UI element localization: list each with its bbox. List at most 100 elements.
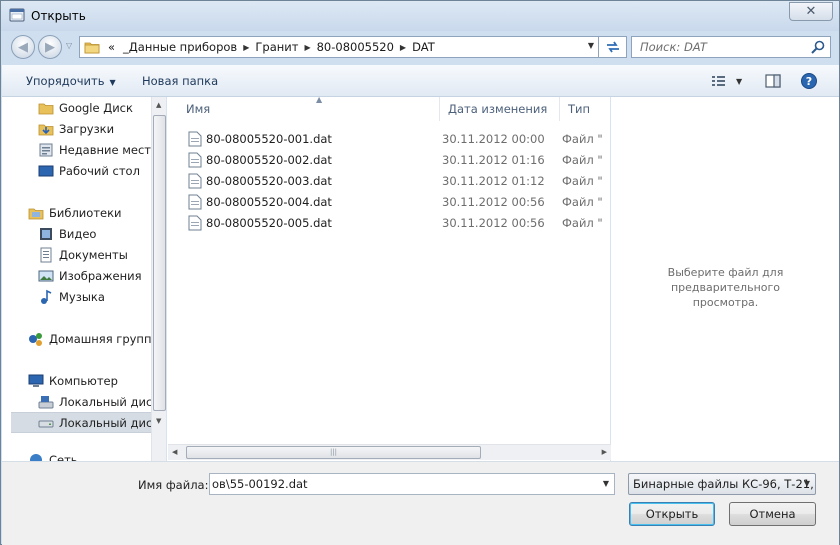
open-file-dialog: Открыть ✕ ◀ ▶ ▽ « _Данные приборов ▶ Гра… <box>0 0 840 545</box>
preview-message-line: просмотра. <box>692 296 759 309</box>
file-icon <box>188 194 202 209</box>
folder-icon <box>84 42 100 54</box>
nav-item-libraries[interactable]: Библиотеки <box>28 202 166 223</box>
chevron-down-icon[interactable]: ▼ <box>804 479 810 488</box>
view-dropdown-icon[interactable]: ▼ <box>736 77 742 86</box>
refresh-button[interactable] <box>599 36 627 58</box>
column-header-date[interactable]: Дата изменения <box>440 97 560 121</box>
sort-ascending-icon: ▲ <box>316 95 323 104</box>
column-header-name[interactable]: ▲ Имя <box>178 95 440 121</box>
file-row[interactable]: 80-08005520-005.dat 30.11.2012 00:56 Фай… <box>178 212 611 233</box>
scrollbar-thumb[interactable] <box>153 115 166 411</box>
nav-item-label: Библиотеки <box>49 205 122 220</box>
file-row[interactable]: 80-08005520-003.dat 30.11.2012 01:12 Фай… <box>178 170 611 191</box>
music-icon <box>41 289 52 304</box>
column-header-type[interactable]: Тип <box>560 97 611 121</box>
homegroup-icon <box>29 332 42 346</box>
file-icon <box>188 173 202 188</box>
search-input[interactable]: Поиск: DAT <box>631 36 831 58</box>
nav-item-local-disk-selected[interactable]: Локальный диск <box>11 412 161 433</box>
nav-item-desktop[interactable]: Рабочий стол <box>38 160 166 181</box>
cancel-button[interactable]: Отмена <box>729 502 816 526</box>
nav-item-label: Видео <box>59 226 97 241</box>
search-icon[interactable] <box>810 39 826 55</box>
scrollbar-thumb[interactable]: ||| <box>186 446 481 459</box>
nav-item-homegroup[interactable]: Домашняя группа <box>28 328 166 349</box>
scroll-right-icon[interactable]: ▶ <box>602 448 607 456</box>
arrow-left-icon: ◀ <box>18 39 28 55</box>
breadcrumb-item[interactable]: Гранит <box>251 40 302 54</box>
file-type: Файл "D <box>562 131 602 146</box>
nav-item-music[interactable]: Музыка <box>38 286 166 307</box>
address-bar[interactable]: « _Данные приборов ▶ Гранит ▶ 80-0800552… <box>79 36 599 58</box>
desktop-icon <box>38 165 54 176</box>
preview-message-line: Выберите файл для предварительного <box>667 266 784 294</box>
file-list-horizontal-scrollbar[interactable]: ◀ ||| ▶ <box>168 444 611 460</box>
folder-icon <box>38 103 54 114</box>
svg-text:?: ? <box>806 75 812 88</box>
recent-locations-dropdown[interactable]: ▽ <box>66 41 72 50</box>
file-date: 30.11.2012 00:56 <box>442 215 545 230</box>
arrow-right-icon: ▶ <box>45 39 55 55</box>
file-row[interactable]: 80-08005520-004.dat 30.11.2012 00:56 Фай… <box>178 191 611 212</box>
scroll-left-icon[interactable]: ◀ <box>172 448 177 456</box>
nav-item-label: Локальный диск <box>59 415 160 430</box>
new-folder-button[interactable]: Новая папка <box>142 74 218 88</box>
nav-item-pictures[interactable]: Изображения <box>38 265 166 286</box>
file-date: 30.11.2012 01:12 <box>442 173 545 188</box>
app-window-icon <box>9 8 25 22</box>
main-area: Google Диск Загрузки Недавние места Рабо… <box>2 95 839 461</box>
breadcrumb-overflow[interactable]: « <box>104 40 119 54</box>
breadcrumb-item[interactable]: _Данные приборов <box>119 40 241 54</box>
dialog-footer: Имя файла: ов\55-00192.dat ▼ Бинарные фа… <box>2 461 839 545</box>
breadcrumb-separator-icon[interactable]: ▶ <box>241 43 251 52</box>
file-type-filter[interactable]: Бинарные файлы КС-96, Т-21, ▼ <box>628 473 816 495</box>
nav-item-label: Локальный диск <box>59 394 160 409</box>
file-date: 30.11.2012 00:00 <box>442 131 545 146</box>
nav-item-network[interactable]: Сеть <box>28 449 166 461</box>
back-button[interactable]: ◀ <box>11 35 35 59</box>
refresh-icon <box>606 41 619 53</box>
nav-item-local-disk[interactable]: Локальный диск <box>38 391 166 412</box>
preview-pane: Выберите файл для предварительного просм… <box>612 97 839 461</box>
filename-value: ов\55-00192.dat <box>212 477 308 491</box>
file-row[interactable]: 80-08005520-002.dat 30.11.2012 01:16 Фай… <box>178 149 611 170</box>
nav-item-google-drive[interactable]: Google Диск <box>38 97 166 118</box>
title-bar: Открыть ✕ <box>1 1 839 31</box>
computer-icon <box>28 374 44 387</box>
forward-button[interactable]: ▶ <box>38 35 62 59</box>
file-list: ▲ Имя Дата изменения Тип 80-08005520-001… <box>168 95 611 461</box>
nav-vertical-scrollbar[interactable]: ▲ ▼ <box>151 97 166 461</box>
filename-dropdown-icon[interactable]: ▼ <box>603 479 609 488</box>
open-button[interactable]: Открыть <box>629 502 715 526</box>
address-dropdown-icon[interactable]: ▼ <box>588 41 594 50</box>
breadcrumb-separator-icon[interactable]: ▶ <box>398 43 408 52</box>
nav-item-label: Документы <box>59 247 128 262</box>
nav-item-downloads[interactable]: Загрузки <box>38 118 166 139</box>
file-row[interactable]: 80-08005520-001.dat 30.11.2012 00:00 Фай… <box>178 128 611 149</box>
scroll-up-icon[interactable]: ▲ <box>156 101 161 109</box>
scroll-down-icon[interactable]: ▼ <box>156 417 161 425</box>
close-button[interactable]: ✕ <box>789 2 833 21</box>
organize-label: Упорядочить <box>26 74 105 88</box>
filename-input[interactable]: ов\55-00192.dat ▼ <box>209 473 615 495</box>
preview-pane-icon[interactable] <box>764 72 782 90</box>
nav-item-label: Домашняя группа <box>49 331 159 346</box>
file-name: 80-08005520-005.dat <box>206 215 332 230</box>
file-type: Файл "D <box>562 194 602 209</box>
file-name: 80-08005520-001.dat <box>206 131 332 146</box>
pictures-icon <box>38 270 54 281</box>
nav-item-recent-places[interactable]: Недавние места <box>38 139 166 160</box>
help-icon[interactable]: ? <box>800 72 818 90</box>
nav-item-video[interactable]: Видео <box>38 223 166 244</box>
breadcrumb-item[interactable]: DAT <box>408 40 439 54</box>
view-options-icon[interactable] <box>710 72 728 90</box>
organize-button[interactable]: Упорядочить ▼ <box>26 74 116 88</box>
breadcrumb-item[interactable]: 80-08005520 <box>313 40 398 54</box>
command-bar: Упорядочить ▼ Новая папка ▼ ? <box>2 65 839 97</box>
local-disk-icon <box>38 395 54 408</box>
nav-item-label: Рабочий стол <box>59 163 140 178</box>
nav-item-documents[interactable]: Документы <box>38 244 166 265</box>
nav-item-computer[interactable]: Компьютер <box>28 370 166 391</box>
breadcrumb-separator-icon[interactable]: ▶ <box>302 43 312 52</box>
